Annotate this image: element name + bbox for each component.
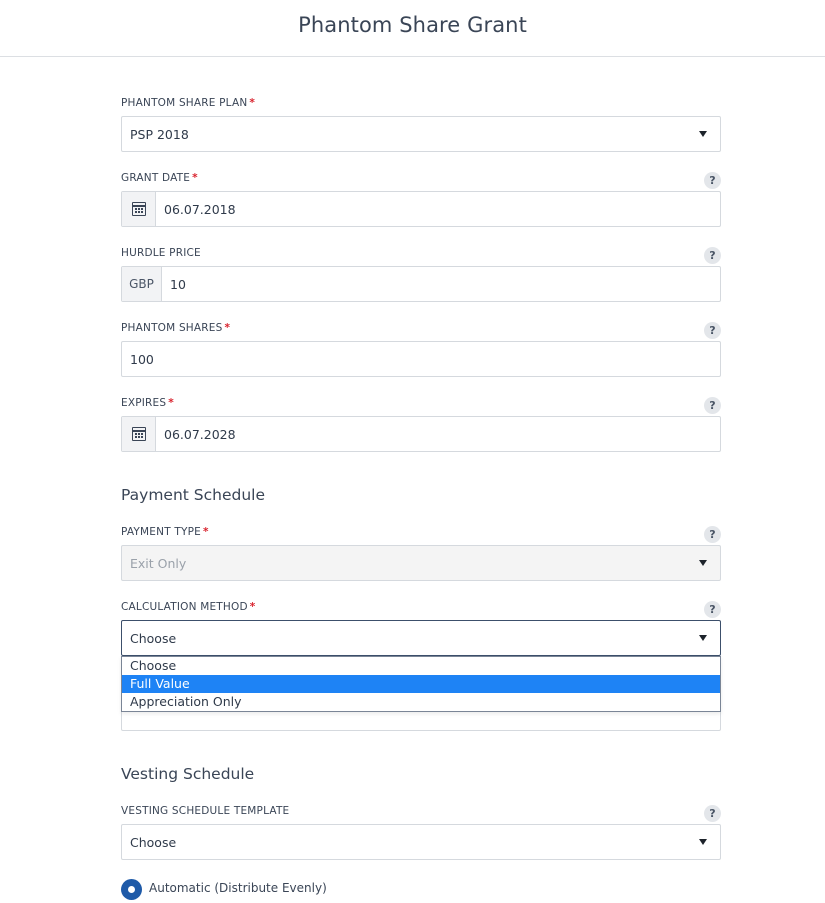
expires-field[interactable]: 06.07.2028	[121, 416, 721, 452]
vesting-template-help-icon[interactable]: ?	[704, 805, 721, 822]
page-header: Phantom Share Grant	[0, 0, 825, 57]
calculation-method-label: CALCULATION METHOD *	[121, 601, 256, 613]
grant-date-value: 06.07.2018	[164, 202, 236, 217]
automatic-radio-label: Automatic (Distribute Evenly)	[149, 881, 327, 895]
payment-type-label: PAYMENT TYPE *	[121, 526, 209, 538]
chevron-down-icon	[699, 560, 707, 566]
vesting-template-value: Choose	[130, 835, 177, 850]
expires-help-icon[interactable]: ?	[704, 397, 721, 414]
expires-value: 06.07.2028	[164, 427, 236, 442]
phantom-shares-help-icon[interactable]: ?	[704, 322, 721, 339]
calculation-method-help-icon[interactable]: ?	[704, 601, 721, 618]
currency-addon: GBP	[122, 267, 162, 301]
calculation-method-select[interactable]: Choose	[121, 620, 721, 656]
vesting-template-select[interactable]: Choose	[121, 824, 721, 860]
phantom-shares-value: 100	[130, 352, 154, 367]
page-title: Phantom Share Grant	[298, 13, 527, 37]
chevron-down-icon	[699, 839, 707, 845]
grant-date-help-icon[interactable]: ?	[704, 172, 721, 189]
radio-checked-icon[interactable]	[121, 879, 142, 900]
chevron-down-icon	[699, 635, 707, 641]
hurdle-price-help-icon[interactable]: ?	[704, 247, 721, 264]
plan-select-value: PSP 2018	[130, 127, 189, 142]
grant-date-label: GRANT DATE *	[121, 172, 198, 184]
payment-schedule-heading: Payment Schedule	[121, 486, 266, 504]
expires-label: EXPIRES *	[121, 397, 174, 409]
payment-type-value: Exit Only	[130, 556, 187, 571]
hurdle-price-field[interactable]: GBP 10	[121, 266, 721, 302]
calendar-icon	[132, 202, 146, 216]
option-full-value[interactable]: Full Value	[122, 675, 720, 693]
calculation-method-value: Choose	[130, 631, 177, 646]
option-appreciation-only[interactable]: Appreciation Only	[122, 693, 720, 711]
grant-date-calendar-button[interactable]	[122, 192, 156, 226]
calendar-icon	[132, 427, 146, 441]
option-choose[interactable]: Choose	[122, 657, 720, 675]
expires-calendar-button[interactable]	[122, 417, 156, 451]
grant-date-field[interactable]: 06.07.2018	[121, 191, 721, 227]
vesting-schedule-heading: Vesting Schedule	[121, 765, 255, 783]
calculation-method-options: Choose Full Value Appreciation Only	[121, 656, 721, 712]
plan-label: PHANTOM SHARE PLAN *	[121, 97, 256, 109]
phantom-shares-label: PHANTOM SHARES *	[121, 322, 231, 334]
payment-type-help-icon[interactable]: ?	[704, 526, 721, 543]
hurdle-price-value: 10	[170, 277, 186, 292]
vesting-template-label: VESTING SCHEDULE TEMPLATE	[121, 805, 290, 817]
chevron-down-icon	[699, 131, 707, 137]
payment-type-select: Exit Only	[121, 545, 721, 581]
phantom-shares-input[interactable]: 100	[121, 341, 721, 377]
plan-select[interactable]: PSP 2018	[121, 116, 721, 152]
hurdle-price-label: HURDLE PRICE	[121, 247, 201, 259]
